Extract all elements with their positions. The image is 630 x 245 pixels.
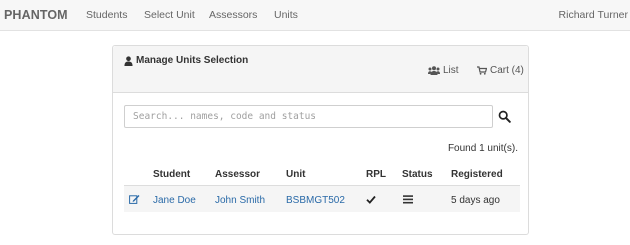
- nav-students[interactable]: Students: [86, 9, 127, 21]
- cart-button[interactable]: Cart (4): [477, 65, 524, 76]
- col-header-unit: Unit: [286, 169, 306, 180]
- col-header-assessor: Assessor: [215, 169, 261, 180]
- panel-heading: Manage Units Selection List Cart (4): [113, 46, 528, 93]
- user-menu[interactable]: Richard Turner: [559, 9, 628, 21]
- search-icon[interactable]: [498, 110, 511, 123]
- nav-assessors[interactable]: Assessors: [209, 9, 257, 21]
- panel-title-text: Manage Units Selection: [136, 55, 249, 66]
- user-icon: [124, 55, 133, 66]
- users-icon: [428, 66, 440, 75]
- table-row: Jane Doe John Smith BSBMGT502 5 days ago: [124, 185, 520, 212]
- registered-date: 5 days ago: [451, 195, 500, 206]
- assessor-link[interactable]: John Smith: [215, 195, 265, 206]
- nav-select-unit[interactable]: Select Unit: [144, 9, 195, 21]
- list-icon[interactable]: [403, 195, 413, 204]
- search-input[interactable]: [124, 105, 493, 128]
- col-header-student: Student: [153, 169, 191, 180]
- edit-icon[interactable]: [129, 194, 140, 204]
- top-navbar: PHANTOM Students Select Unit Assessors U…: [0, 0, 630, 31]
- manage-units-panel: Manage Units Selection List Cart (4) Sea…: [112, 45, 529, 235]
- cart-icon: [477, 66, 487, 75]
- col-header-status: Status: [402, 169, 433, 180]
- results-count: Found 1 unit(s).: [447, 143, 518, 154]
- panel-title: Manage Units Selection: [124, 55, 248, 66]
- cart-button-label: Cart (4): [490, 65, 524, 76]
- brand-logo[interactable]: PHANTOM: [4, 8, 68, 22]
- list-button[interactable]: List: [428, 65, 459, 76]
- col-header-registered: Registered: [451, 169, 503, 180]
- nav-units[interactable]: Units: [274, 9, 298, 21]
- check-icon: [366, 195, 376, 204]
- list-button-label: List: [443, 65, 459, 76]
- col-header-rpl: RPL: [366, 169, 386, 180]
- unit-link[interactable]: BSBMGT502: [286, 195, 345, 206]
- student-link[interactable]: Jane Doe: [153, 195, 196, 206]
